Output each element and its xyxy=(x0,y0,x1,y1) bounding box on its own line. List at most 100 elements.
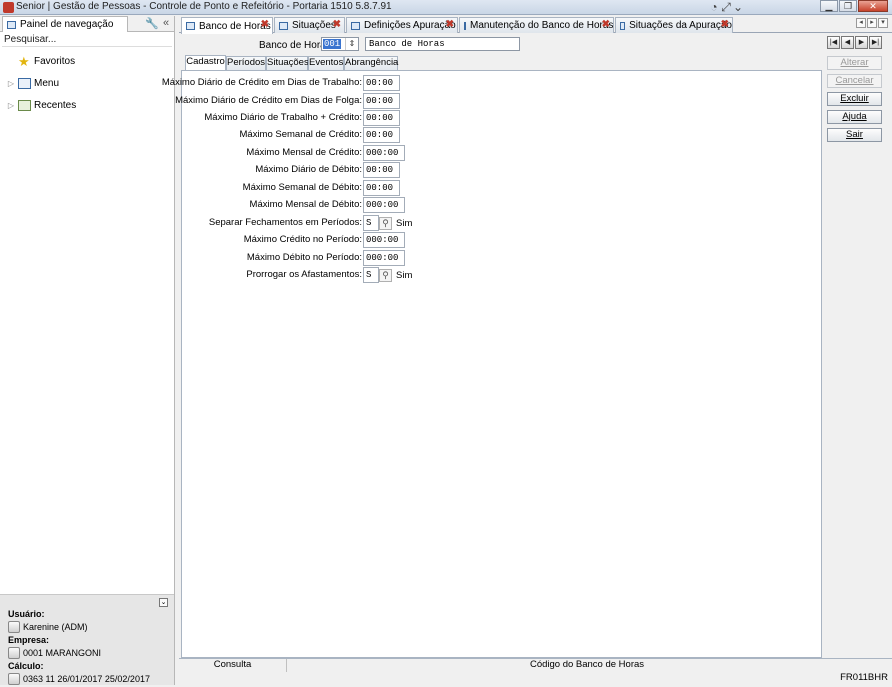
tab-banco-de-horas[interactable]: Banco de Horas ✖ xyxy=(181,17,273,34)
window-controls: ▁ ❐ ✕ xyxy=(820,0,888,13)
header-row: Banco de Horas: 001 ⇕ Banco de Horas xyxy=(179,36,892,54)
tab-navigation: ◂ ▸ ▾ xyxy=(856,18,888,28)
tree-item-menu[interactable]: ▷ Menu xyxy=(0,72,174,94)
field-row: Máximo Diário de Crédito em Dias de Trab… xyxy=(162,75,482,91)
close-tab-icon[interactable]: ✖ xyxy=(333,19,341,30)
tab-eventos[interactable]: Eventos xyxy=(308,56,344,70)
menu-icon xyxy=(18,77,31,89)
expand-icon[interactable]: ▷ xyxy=(6,101,16,110)
time-input[interactable]: 000:00 xyxy=(363,145,405,161)
tab-periodos[interactable]: Períodos xyxy=(226,56,266,70)
expand-icon[interactable]: ▷ xyxy=(6,79,16,88)
alterar-button[interactable]: Alterar xyxy=(827,56,882,70)
user-icon xyxy=(8,621,20,633)
lookup-icon[interactable]: ⚲ xyxy=(379,217,392,230)
tab-definicoes-apuracao[interactable]: Definições Apuração ✖ xyxy=(346,17,458,33)
record-navigation: |◀ ◀ ▶ ▶| xyxy=(827,36,887,49)
flag-input[interactable]: S xyxy=(363,267,379,283)
collapse-down-icon[interactable]: ⌄ xyxy=(159,598,168,607)
window-title: Senior | Gestão de Pessoas - Controle de… xyxy=(16,1,392,12)
flag-description: Sim xyxy=(396,270,413,281)
prev-record-icon[interactable]: ◀ xyxy=(841,36,854,49)
status-bar: Consulta Código do Banco de Horas xyxy=(179,658,892,672)
close-button[interactable]: ✕ xyxy=(858,0,888,12)
flag-description: Sim xyxy=(396,218,413,229)
company-icon xyxy=(8,647,20,659)
time-input[interactable]: 00:00 xyxy=(363,93,400,109)
tree-item-favoritos[interactable]: ★ Favoritos xyxy=(0,50,174,72)
title-toolbar: ◔ ⤢ ⌄ xyxy=(708,0,744,15)
field-row: Separar Fechamentos em Períodos: S ⚲ Sim xyxy=(182,215,482,231)
chevron-down-icon[interactable]: ⌄ xyxy=(732,0,744,14)
company-label: Empresa: xyxy=(8,635,50,645)
field-label: Máximo Débito no Período: xyxy=(246,252,362,263)
field-label: Máximo Diário de Débito: xyxy=(255,164,362,175)
field-row: Máximo Diário de Trabalho + Crédito: 00:… xyxy=(182,110,482,126)
field-label: Separar Fechamentos em Períodos: xyxy=(208,217,362,228)
time-input[interactable]: 00:00 xyxy=(363,162,400,178)
form-icon xyxy=(279,21,288,30)
close-tab-icon[interactable]: ✖ xyxy=(446,19,454,30)
field-label: Máximo Semanal de Débito: xyxy=(242,182,362,193)
tree-item-label: Menu xyxy=(34,77,60,89)
excluir-button[interactable]: Excluir xyxy=(827,92,882,106)
close-tab-icon[interactable]: ✖ xyxy=(602,19,610,30)
field-row: Máximo Diário de Débito: 00:00 xyxy=(182,162,482,178)
form-code: FR011BHR xyxy=(840,672,888,683)
tree-item-recentes[interactable]: ▷ Recentes xyxy=(0,94,174,116)
maximize-button[interactable]: ❐ xyxy=(839,0,857,12)
field-label: Máximo Crédito no Período: xyxy=(243,234,362,245)
tab-manutencao-banco-horas[interactable]: Manutenção do Banco de Horas ✖ xyxy=(459,17,614,33)
app-icon xyxy=(3,2,14,13)
flag-input[interactable]: S xyxy=(363,215,379,231)
next-record-icon[interactable]: ▶ xyxy=(855,36,868,49)
tree-item-label: Favoritos xyxy=(34,55,76,67)
tab-situacoes-apuracao[interactable]: Situações da Apuração ✖ xyxy=(615,17,733,33)
ajuda-button[interactable]: Ajuda xyxy=(827,110,882,124)
close-tab-icon[interactable]: ✖ xyxy=(261,19,269,30)
recent-icon xyxy=(18,99,31,111)
tab-navigation-panel[interactable]: Painel de navegação xyxy=(2,16,128,32)
company-value[interactable]: 0001 MARANGONI xyxy=(8,645,174,661)
action-panel: |◀ ◀ ▶ ▶| Alterar Cancelar Excluir Ajuda… xyxy=(827,36,887,146)
time-input[interactable]: 00:00 xyxy=(363,110,400,126)
cancelar-button[interactable]: Cancelar xyxy=(827,74,882,88)
search-input[interactable]: Pesquisar... xyxy=(2,33,172,47)
banco-horas-code-input[interactable]: 001 ⇕ xyxy=(321,37,359,51)
session-info: ⌄ Usuário: Karenine (ADM) Empresa: 0001 … xyxy=(0,594,174,685)
time-input[interactable]: 00:00 xyxy=(363,127,400,143)
minimize-button[interactable]: ▁ xyxy=(820,0,838,12)
time-input[interactable]: 00:00 xyxy=(363,180,400,196)
lookup-icon[interactable]: ⚲ xyxy=(379,269,392,282)
time-input[interactable]: 000:00 xyxy=(363,232,405,248)
theme-icon[interactable]: ◔ xyxy=(708,0,720,14)
last-record-icon[interactable]: ▶| xyxy=(869,36,882,49)
tab-situacoes[interactable]: Situações ✖ xyxy=(274,17,345,33)
form-icon xyxy=(464,21,466,30)
user-value[interactable]: Karenine (ADM) xyxy=(8,619,174,635)
tab-next-icon[interactable]: ▸ xyxy=(867,18,877,28)
field-row: Máximo Semanal de Débito: 00:00 xyxy=(182,180,482,196)
cadastro-panel: Máximo Diário de Crédito em Dias de Trab… xyxy=(162,70,822,658)
spin-icon[interactable]: ⇕ xyxy=(345,38,358,50)
calc-label: Cálculo: xyxy=(8,661,44,671)
time-input[interactable]: 000:00 xyxy=(363,197,405,213)
first-record-icon[interactable]: |◀ xyxy=(827,36,840,49)
fullscreen-icon[interactable]: ⤢ xyxy=(720,0,732,15)
close-tab-icon[interactable]: ✖ xyxy=(721,19,729,30)
tab-abrangencia[interactable]: Abrangência xyxy=(344,56,398,70)
navigation-panel: Painel de navegação 🔧 « Pesquisar... ★ F… xyxy=(0,16,175,685)
time-input[interactable]: 00:00 xyxy=(363,75,400,91)
tab-prev-icon[interactable]: ◂ xyxy=(856,18,866,28)
wrench-icon[interactable]: 🔧 xyxy=(145,17,159,30)
field-row: Máximo Débito no Período: 000:00 xyxy=(182,250,482,266)
tab-cadastro[interactable]: Cadastro xyxy=(185,55,226,70)
tab-situacoes-sub[interactable]: Situações xyxy=(266,56,309,70)
status-mode: Consulta xyxy=(179,659,287,672)
sair-button[interactable]: Sair xyxy=(827,128,882,142)
navigation-panel-header: Painel de navegação 🔧 « xyxy=(0,16,174,32)
tab-list-icon[interactable]: ▾ xyxy=(878,18,888,28)
collapse-left-icon[interactable]: « xyxy=(163,17,169,29)
time-input[interactable]: 000:00 xyxy=(363,250,405,266)
document-tabs: Banco de Horas ✖ Situações ✖ Definições … xyxy=(179,16,892,34)
